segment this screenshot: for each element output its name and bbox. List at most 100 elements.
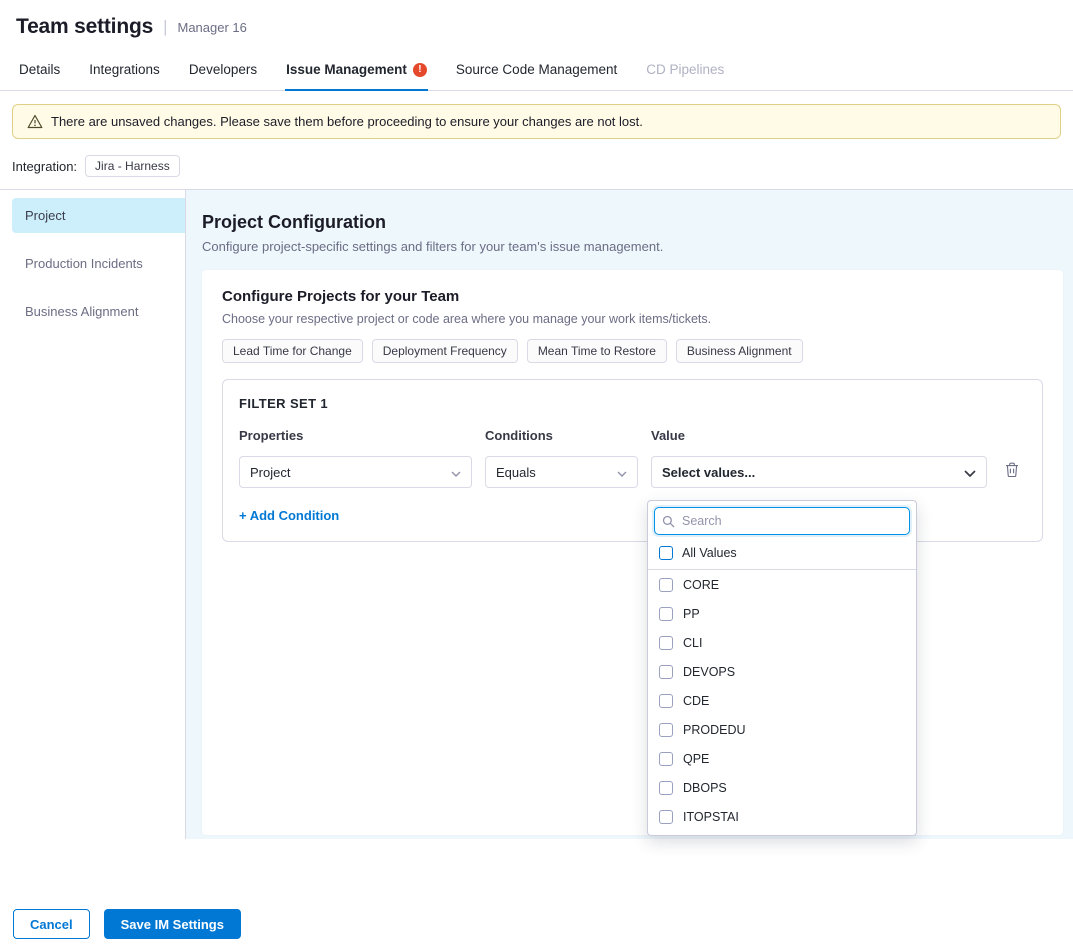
checkbox[interactable] [659,781,673,795]
section-subtitle: Configure project-specific settings and … [202,239,1063,254]
warning-icon [27,114,43,129]
chevron-down-icon [617,465,627,480]
card-title: Configure Projects for your Team [222,288,1043,305]
option-label: CDE [683,694,709,708]
option-label: DEVOPS [683,665,735,679]
page-title: Team settings [16,15,153,39]
checkbox[interactable] [659,665,673,679]
option-label: QPE [683,752,709,766]
unsaved-changes-badge: ! [413,63,427,77]
tab-source-code-management[interactable]: Source Code Management [455,50,618,90]
dropdown-options-list: CORE PP CLI DEVOPS CDE PRODEDU QPE DBOPS… [648,570,916,836]
option-label: PRODEDU [683,723,746,737]
option-dbops[interactable]: DBOPS [648,773,916,802]
sidebar-item-production-incidents[interactable]: Production Incidents [12,246,185,281]
title-divider: | [163,17,167,37]
checkbox[interactable] [659,752,673,766]
value-select-placeholder: Select values... [662,465,755,480]
tab-cd-pipelines: CD Pipelines [645,50,725,90]
tab-label: Integrations [89,62,160,77]
filter-set-1: FILTER SET 1 Properties Conditions Value… [222,379,1043,542]
dropdown-search [654,507,910,535]
option-label: PP [683,607,700,621]
value-multiselect[interactable]: Select values... [651,456,987,488]
option-cli[interactable]: CLI [648,628,916,657]
save-im-settings-button[interactable]: Save IM Settings [104,909,241,939]
option-label: DBOPS [683,781,727,795]
value-dropdown: All Values CORE PP CLI DEVOPS CDE PRODED… [647,500,917,836]
tab-details[interactable]: Details [18,50,61,90]
tag-business-alignment[interactable]: Business Alignment [676,339,803,363]
settings-sidebar: Project Production Incidents Business Al… [0,190,186,839]
option-label: CORE [683,578,719,592]
conditions-select-value: Equals [496,465,536,480]
sidebar-item-project[interactable]: Project [12,198,185,233]
tab-label: Source Code Management [456,62,617,77]
option-cde[interactable]: CDE [648,686,916,715]
tab-developers[interactable]: Developers [188,50,258,90]
option-devops[interactable]: DEVOPS [648,657,916,686]
unsaved-changes-banner: There are unsaved changes. Please save t… [12,104,1061,139]
option-pipe[interactable]: PIPE [648,831,916,836]
integration-label: Integration: [12,159,77,174]
sidebar-item-label: Production Incidents [25,256,143,271]
configure-projects-card: Configure Projects for your Team Choose … [202,270,1063,835]
checkbox[interactable] [659,636,673,650]
option-prodedu[interactable]: PRODEDU [648,715,916,744]
team-settings-page: Team settings | Manager 16 Details Integ… [0,0,1073,951]
tab-label: Issue Management [286,62,407,77]
search-icon [662,515,675,533]
option-label: CLI [683,636,702,650]
card-subtitle: Choose your respective project or code a… [222,312,1043,326]
tag-deployment-frequency[interactable]: Deployment Frequency [372,339,518,363]
page-header: Team settings | Manager 16 [0,0,1073,50]
properties-select[interactable]: Project [239,456,472,488]
option-qpe[interactable]: QPE [648,744,916,773]
sidebar-item-label: Project [25,208,65,223]
integration-chip[interactable]: Jira - Harness [85,155,180,177]
add-condition-button[interactable]: + Add Condition [239,508,339,523]
search-input[interactable] [654,507,910,535]
tab-label: Details [19,62,60,77]
option-itopstai[interactable]: ITOPSTAI [648,802,916,831]
sidebar-item-label: Business Alignment [25,304,138,319]
filter-grid: Properties Conditions Value Project Equa… [239,428,1026,488]
checkbox-all-values[interactable] [659,546,673,560]
delete-condition-button[interactable] [1000,462,1024,483]
option-core[interactable]: CORE [648,570,916,599]
tab-integrations[interactable]: Integrations [88,50,161,90]
conditions-select[interactable]: Equals [485,456,638,488]
banner-text: There are unsaved changes. Please save t… [51,114,643,129]
checkbox[interactable] [659,607,673,621]
option-pp[interactable]: PP [648,599,916,628]
all-values-option[interactable]: All Values [648,541,916,570]
trash-icon [1005,462,1019,483]
integration-row: Integration: Jira - Harness [0,142,1073,189]
column-header-properties: Properties [239,428,472,443]
chevron-down-icon [964,465,976,480]
main-panel: Project Configuration Configure project-… [186,190,1073,839]
column-header-value: Value [651,428,987,443]
content-region: Project Production Incidents Business Al… [0,189,1073,839]
checkbox[interactable] [659,810,673,824]
checkbox[interactable] [659,694,673,708]
tag-lead-time-for-change[interactable]: Lead Time for Change [222,339,363,363]
footer-actions: Cancel Save IM Settings [0,839,1073,951]
chevron-down-icon [451,465,461,480]
team-name: Manager 16 [177,20,246,35]
metric-tags: Lead Time for Change Deployment Frequenc… [222,339,1043,363]
tab-label: CD Pipelines [646,62,724,77]
tab-issue-management[interactable]: Issue Management ! [285,50,428,90]
checkbox[interactable] [659,723,673,737]
filter-set-title: FILTER SET 1 [239,396,1026,411]
checkbox[interactable] [659,578,673,592]
all-values-label: All Values [682,546,737,560]
sidebar-item-business-alignment[interactable]: Business Alignment [12,294,185,329]
properties-select-value: Project [250,465,290,480]
cancel-button[interactable]: Cancel [13,909,90,939]
section-title: Project Configuration [202,212,1063,233]
tab-bar: Details Integrations Developers Issue Ma… [0,50,1073,91]
tag-mean-time-to-restore[interactable]: Mean Time to Restore [527,339,667,363]
tab-label: Developers [189,62,257,77]
column-header-conditions: Conditions [485,428,638,443]
